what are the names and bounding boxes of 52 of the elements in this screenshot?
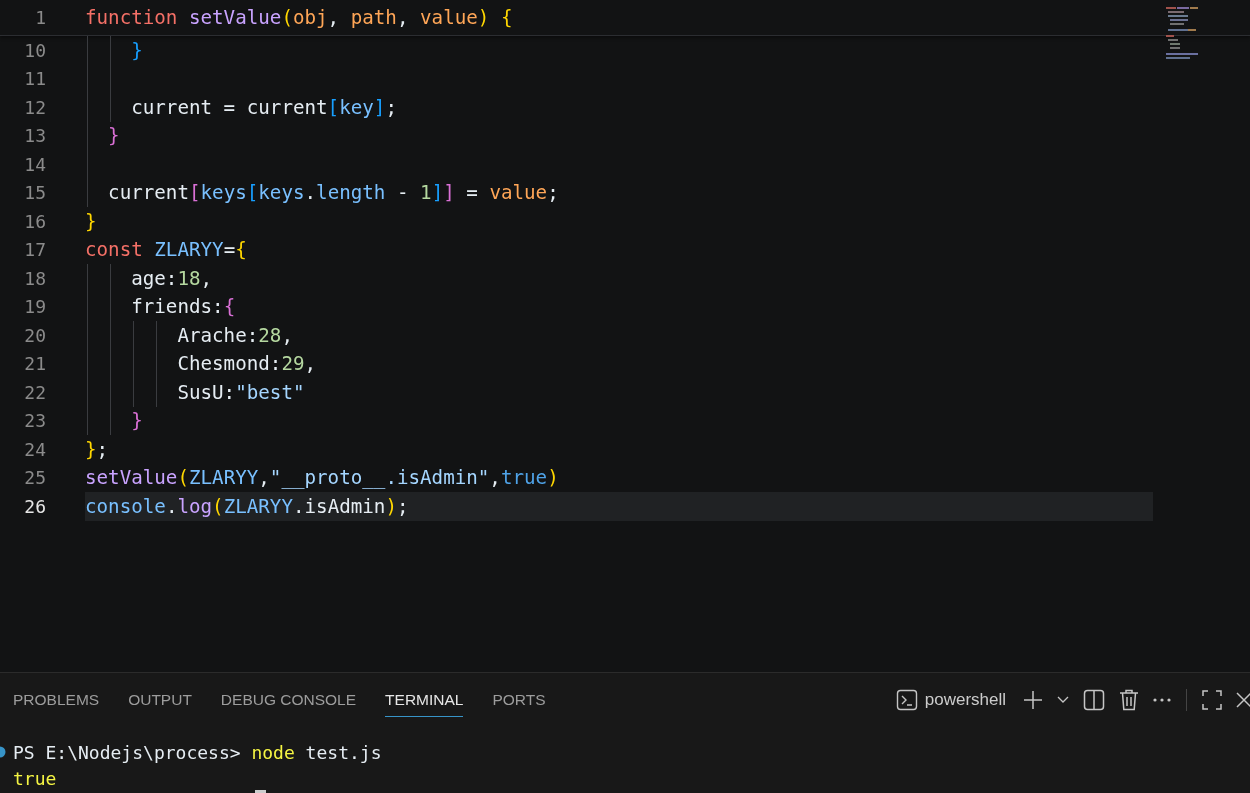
terminal-line: true (13, 767, 57, 789)
line-number: 24 (23, 438, 46, 460)
code-line: console.log(ZLARYY.isAdmin); (85, 494, 409, 518)
trash-icon[interactable] (1119, 689, 1139, 711)
line-number: 14 (23, 153, 46, 175)
panel-tab[interactable]: DEBUG CONSOLE (220, 683, 357, 717)
close-icon[interactable] (1236, 691, 1250, 709)
code-line: current[keys[keys.length - 1]] = value; (107, 181, 559, 205)
split-icon[interactable] (1083, 689, 1105, 711)
code-line: }; (85, 437, 109, 461)
more-icon[interactable] (1153, 698, 1171, 702)
line-number: 17 (23, 239, 46, 261)
line-number: 26 (23, 495, 46, 517)
line-number: 23 (23, 410, 46, 432)
code-line: current = current[key]; (130, 95, 397, 119)
chevron-down-icon[interactable] (1057, 696, 1069, 704)
terminal-line: PS E:\Nodejs\process> node test.js (13, 741, 382, 763)
panel-tab[interactable]: TERMINAL (385, 683, 464, 717)
line-number: 16 (23, 210, 46, 232)
line-number: 19 (23, 296, 46, 318)
line-number: 18 (23, 267, 46, 289)
maximize-icon[interactable] (1202, 690, 1222, 710)
code-line: friends:{ (130, 295, 236, 319)
line-number: 15 (23, 182, 46, 204)
line-number: 22 (23, 381, 46, 403)
line-number: 20 (23, 324, 46, 346)
code-line: setValue(ZLARYY,"__proto__.isAdmin",true) (85, 466, 559, 490)
line-number: 13 (23, 125, 46, 147)
line-number: 10 (23, 39, 46, 61)
code-line: } (85, 209, 97, 233)
terminal-icon[interactable] (895, 689, 918, 711)
panel-tab[interactable]: PROBLEMS (13, 683, 100, 717)
terminal-cursor (255, 790, 266, 793)
code-line: SusU:"best" (176, 380, 305, 404)
line-number: 12 (23, 96, 46, 118)
code-line: age:18, (130, 266, 213, 290)
code-line: Arache:28, (176, 323, 293, 347)
code-line: const ZLARYY={ (85, 238, 247, 262)
code-line: } (130, 409, 143, 433)
command-status-icon[interactable] (0, 746, 6, 758)
panel-tab[interactable]: PORTS (492, 683, 546, 717)
terminal-name[interactable]: powershell (924, 690, 1006, 710)
line-number: 25 (23, 467, 46, 489)
code-line: function setValue(obj, path, value) { (85, 6, 513, 29)
code-line: } (130, 38, 143, 62)
line-number: 1 (34, 7, 46, 28)
code-line: } (107, 124, 120, 148)
plus-icon[interactable] (1023, 690, 1043, 710)
line-number: 11 (23, 68, 46, 90)
line-number: 21 (23, 353, 46, 375)
code-line: Chesmond:29, (176, 352, 317, 376)
panel-tab[interactable]: OUTPUT (128, 683, 192, 717)
